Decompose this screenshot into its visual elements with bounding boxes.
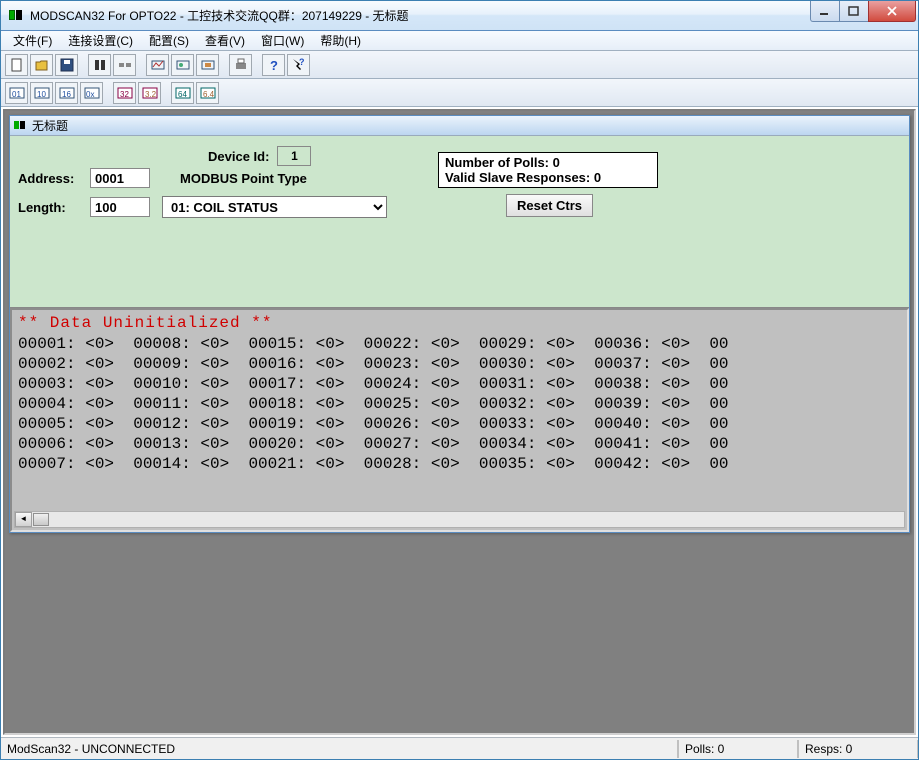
child-window: 无标题 Device Id: 1 Address: MODBUS Point T… — [9, 115, 910, 533]
scroll-thumb[interactable] — [33, 513, 49, 526]
polls-count: Number of Polls: 0 — [445, 155, 651, 170]
menu-config[interactable]: 配置(S) — [141, 30, 197, 51]
statusbar: ModScan32 - UNCONNECTED Polls: 0 Resps: … — [1, 737, 918, 759]
save-icon[interactable] — [55, 54, 78, 76]
menubar: 文件(F) 连接设置(C) 配置(S) 查看(V) 窗口(W) 帮助(H) — [1, 31, 918, 51]
polls-box: Number of Polls: 0 Valid Slave Responses… — [438, 152, 658, 188]
window-title: MODSCAN32 For OPTO22 - 工控技术交流QQ群：2071492… — [30, 7, 811, 24]
fmt-32-icon[interactable]: 32 — [113, 82, 136, 104]
svg-text:10: 10 — [37, 90, 46, 99]
toolbar-2: 01 10 16 0x 32 3.2 64 6.4 — [1, 79, 918, 107]
menu-file[interactable]: 文件(F) — [5, 30, 60, 51]
svg-text:?: ? — [299, 57, 305, 67]
titlebar[interactable]: MODSCAN32 For OPTO22 - 工控技术交流QQ群：2071492… — [1, 1, 918, 31]
maximize-button[interactable] — [839, 1, 869, 22]
address-label: Address: — [18, 171, 90, 186]
app-icon — [9, 10, 25, 22]
address-input[interactable] — [90, 168, 150, 188]
svg-text:16: 16 — [62, 90, 71, 99]
tool-b-icon[interactable] — [171, 54, 194, 76]
reset-counters-button[interactable]: Reset Ctrs — [506, 194, 593, 217]
child-titlebar[interactable]: 无标题 — [10, 116, 909, 136]
scroll-left-icon[interactable]: ◄ — [15, 512, 32, 527]
valid-responses: Valid Slave Responses: 0 — [445, 170, 651, 185]
main-window: MODSCAN32 For OPTO22 - 工控技术交流QQ群：2071492… — [0, 0, 919, 760]
menu-window[interactable]: 窗口(W) — [253, 30, 312, 51]
data-grid: 00001: <0> 00008: <0> 00015: <0> 00022: … — [18, 334, 901, 474]
point-type-label: MODBUS Point Type — [180, 171, 307, 186]
svg-text:32: 32 — [120, 90, 129, 99]
length-input[interactable] — [90, 197, 150, 217]
minimize-button[interactable] — [810, 1, 840, 22]
svg-text:01: 01 — [12, 90, 21, 99]
fmt-64r-icon[interactable]: 6.4 — [196, 82, 219, 104]
status-connection: ModScan32 - UNCONNECTED — [1, 740, 678, 758]
status-resps: Resps: 0 — [798, 740, 918, 758]
child-window-title: 无标题 — [32, 117, 68, 134]
status-polls: Polls: 0 — [678, 740, 798, 758]
menu-help[interactable]: 帮助(H) — [312, 30, 369, 51]
help-icon[interactable]: ? — [262, 54, 285, 76]
toolbar-1: ? ? — [1, 51, 918, 79]
svg-text:3.2: 3.2 — [145, 90, 157, 99]
fmt-10-icon[interactable]: 10 — [30, 82, 53, 104]
print-icon[interactable] — [229, 54, 252, 76]
new-icon[interactable] — [5, 54, 28, 76]
close-button[interactable] — [868, 1, 916, 22]
menu-connect[interactable]: 连接设置(C) — [60, 30, 141, 51]
data-status-header: ** Data Uninitialized ** — [18, 314, 901, 332]
fmt-16-icon[interactable]: 16 — [55, 82, 78, 104]
connect-icon[interactable] — [88, 54, 111, 76]
point-type-select[interactable]: 01: COIL STATUS — [162, 196, 387, 218]
device-id-label: Device Id: — [208, 149, 269, 164]
fmt-ox-icon[interactable]: 0x — [80, 82, 103, 104]
horizontal-scrollbar[interactable]: ◄ — [14, 511, 905, 528]
svg-text:64: 64 — [178, 90, 187, 99]
window-controls — [811, 1, 916, 22]
open-icon[interactable] — [30, 54, 53, 76]
fmt-64-icon[interactable]: 64 — [171, 82, 194, 104]
svg-text:6.4: 6.4 — [203, 90, 215, 99]
device-id-value[interactable]: 1 — [277, 146, 311, 166]
tool-c-icon[interactable] — [196, 54, 219, 76]
context-help-icon[interactable]: ? — [287, 54, 310, 76]
fmt-01-icon[interactable]: 01 — [5, 82, 28, 104]
params-panel: Device Id: 1 Address: MODBUS Point Type … — [10, 136, 909, 308]
mdi-client-area: 无标题 Device Id: 1 Address: MODBUS Point T… — [3, 109, 916, 735]
svg-text:0x: 0x — [86, 90, 94, 99]
menu-view[interactable]: 查看(V) — [197, 30, 253, 51]
child-icon — [14, 121, 28, 131]
tool-a-icon[interactable] — [146, 54, 169, 76]
data-display: ** Data Uninitialized ** 00001: <0> 0000… — [10, 308, 909, 532]
fmt-32r-icon[interactable]: 3.2 — [138, 82, 161, 104]
disconnect-icon[interactable] — [113, 54, 136, 76]
svg-text:?: ? — [270, 58, 278, 73]
length-label: Length: — [18, 200, 90, 215]
